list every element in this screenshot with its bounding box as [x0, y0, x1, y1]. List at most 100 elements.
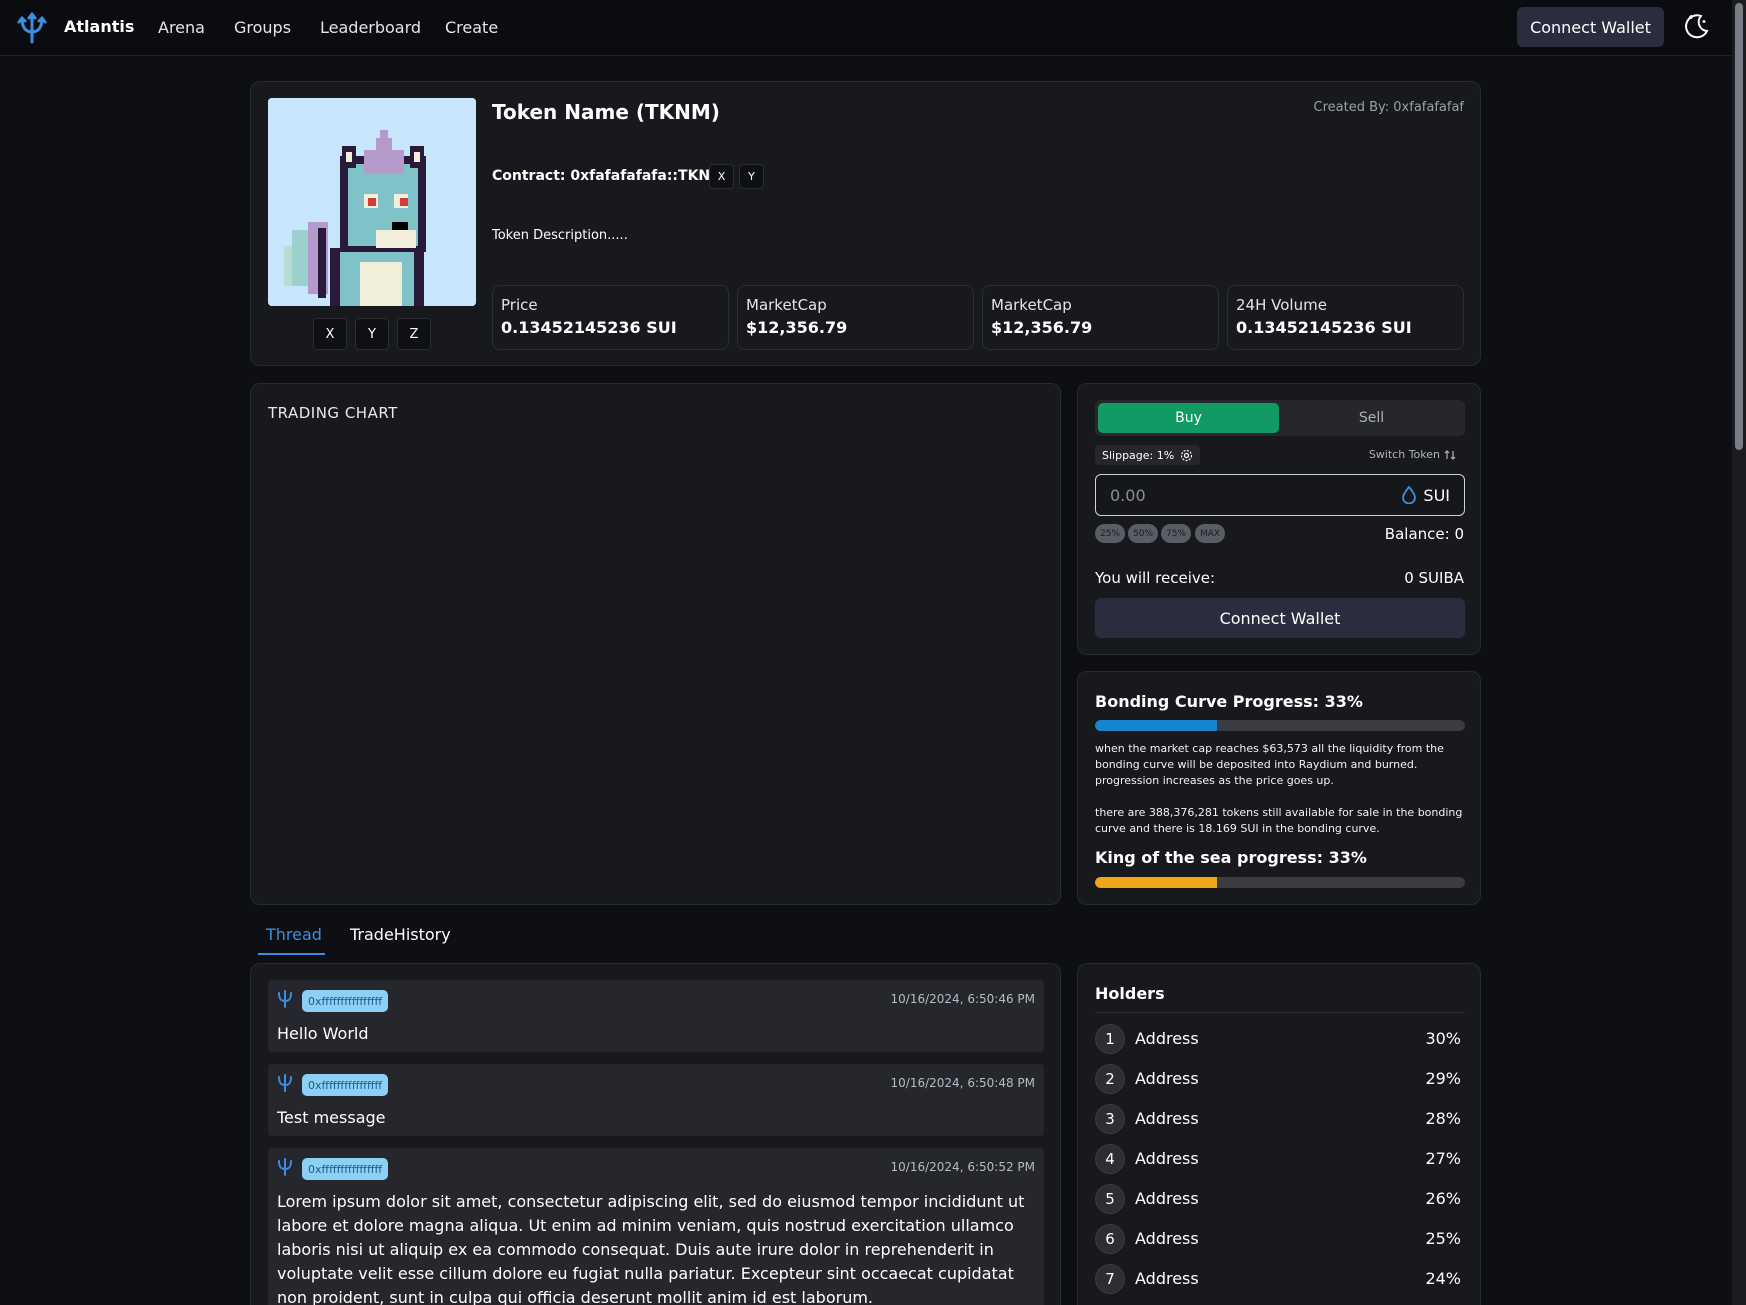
- trident-logo-icon[interactable]: [16, 12, 48, 44]
- bonding-supply-text: there are 388,376,281 tokens still avail…: [1095, 806, 1463, 835]
- holder-row[interactable]: 7 Address 24%: [1095, 1264, 1465, 1294]
- message-body: Hello World: [277, 1024, 369, 1043]
- tab-trade-history[interactable]: TradeHistory: [350, 925, 451, 944]
- nav-link-leaderboard[interactable]: Leaderboard: [320, 18, 421, 37]
- holder-address[interactable]: Address: [1135, 1069, 1199, 1088]
- balance-text: Balance: 0: [1384, 525, 1464, 543]
- contract-address[interactable]: Contract: 0xfafafafafa::TKNM: [492, 168, 724, 184]
- message-address-badge[interactable]: 0xffffffffffffffff: [302, 990, 389, 1012]
- holder-address[interactable]: Address: [1135, 1109, 1199, 1128]
- message-address-badge[interactable]: 0xffffffffffffffff: [302, 1158, 389, 1180]
- king-progress-fill: [1095, 877, 1218, 888]
- stat-value: $12,356.79: [991, 318, 1093, 337]
- holder-rank: 7: [1095, 1264, 1125, 1294]
- social-y-button[interactable]: Y: [355, 318, 389, 350]
- switch-token-button[interactable]: Switch Token: [1369, 448, 1456, 461]
- bonding-curve-card: Bonding Curve Progress: 33% when the mar…: [1077, 671, 1481, 905]
- stat-label: 24H Volume: [1236, 296, 1327, 314]
- holders-title: Holders: [1095, 984, 1165, 1003]
- page-scrollbar[interactable]: [1732, 0, 1746, 1305]
- holder-address[interactable]: Address: [1135, 1229, 1199, 1248]
- sell-tab[interactable]: Sell: [1281, 403, 1462, 433]
- brand-name[interactable]: Atlantis: [64, 17, 134, 36]
- trade-connect-wallet-button[interactable]: Connect Wallet: [1095, 598, 1465, 638]
- bonding-curve-title: Bonding Curve Progress: 33%: [1095, 692, 1363, 711]
- holder-percent: 25%: [1425, 1229, 1461, 1248]
- percent-25-button[interactable]: 25%: [1095, 524, 1126, 543]
- percent-75-button[interactable]: 75%: [1161, 524, 1192, 543]
- stat-marketcap: MarketCap $12,356.79: [737, 285, 974, 350]
- holder-percent: 26%: [1425, 1189, 1461, 1208]
- slippage-button[interactable]: Slippage: 1%: [1095, 445, 1201, 465]
- nav-link-arena[interactable]: Arena: [158, 18, 205, 37]
- percent-50-button[interactable]: 50%: [1128, 524, 1159, 543]
- king-progress-bar: [1095, 877, 1465, 888]
- token-pixel-mascot: [268, 98, 476, 306]
- scrollbar-thumb[interactable]: [1735, 3, 1743, 450]
- holder-rank: 3: [1095, 1104, 1125, 1134]
- tab-thread[interactable]: Thread: [266, 925, 322, 944]
- percent-max-button[interactable]: MAX: [1195, 524, 1226, 543]
- thread-message: 0xffffffffffffffff 10/16/2024, 6:50:46 P…: [268, 980, 1044, 1052]
- stat-label: MarketCap: [746, 296, 827, 314]
- holder-row[interactable]: 3 Address 28%: [1095, 1104, 1465, 1134]
- contract-x-button[interactable]: X: [709, 164, 734, 189]
- holder-row[interactable]: 2 Address 29%: [1095, 1064, 1465, 1094]
- holder-rank: 4: [1095, 1144, 1125, 1174]
- holders-card: Holders 1 Address 30% 2 Address 29% 3 Ad…: [1077, 963, 1481, 1305]
- holder-row[interactable]: 4 Address 27%: [1095, 1144, 1465, 1174]
- bonding-info-text: when the market cap reaches $63,573 all …: [1095, 742, 1444, 787]
- bonding-progress-bar: [1095, 720, 1465, 731]
- switch-token-label: Switch Token: [1368, 448, 1440, 461]
- message-address-badge[interactable]: 0xffffffffffffffff: [302, 1074, 389, 1096]
- token-image: [268, 98, 476, 306]
- king-progress-title: King of the sea progress: 33%: [1095, 848, 1367, 867]
- active-tab-underline: [258, 953, 325, 955]
- holder-rank: 1: [1095, 1024, 1125, 1054]
- chart-title: TRADING CHART: [268, 404, 398, 422]
- holder-rank: 6: [1095, 1224, 1125, 1254]
- buy-tab[interactable]: Buy: [1098, 403, 1279, 433]
- trident-avatar-icon: [278, 1074, 292, 1092]
- stat-value: 0.13452145236 SUI: [501, 318, 677, 337]
- message-body: Lorem ipsum dolor sit amet, consectetur …: [277, 1192, 1025, 1305]
- holder-percent: 27%: [1425, 1149, 1461, 1168]
- holder-row[interactable]: 5 Address 26%: [1095, 1184, 1465, 1214]
- holder-percent: 30%: [1425, 1029, 1461, 1048]
- holder-percent: 29%: [1425, 1069, 1461, 1088]
- stat-price: Price 0.13452145236 SUI: [492, 285, 729, 350]
- social-z-button[interactable]: Z: [397, 318, 431, 350]
- stat-marketcap-2: MarketCap $12,356.79: [982, 285, 1219, 350]
- message-timestamp: 10/16/2024, 6:50:48 PM: [890, 1076, 1035, 1090]
- swap-arrows-icon: [1444, 449, 1456, 460]
- holder-address[interactable]: Address: [1135, 1269, 1199, 1288]
- stat-24h-volume: 24H Volume 0.13452145236 SUI: [1227, 285, 1464, 350]
- holder-row[interactable]: 6 Address 25%: [1095, 1224, 1465, 1254]
- buy-sell-toggle: Buy Sell: [1095, 400, 1465, 436]
- created-by[interactable]: Created By: 0xfafafafaf: [1314, 100, 1464, 115]
- amount-input[interactable]: [1110, 485, 1402, 505]
- receive-label: You will receive:: [1095, 569, 1216, 587]
- holder-rank: 2: [1095, 1064, 1125, 1094]
- trading-chart-card[interactable]: TRADING CHART: [250, 383, 1061, 905]
- holder-address[interactable]: Address: [1135, 1149, 1199, 1168]
- holder-address[interactable]: Address: [1135, 1189, 1199, 1208]
- bonding-progress-fill: [1095, 720, 1218, 731]
- holder-percent: 24%: [1425, 1269, 1461, 1288]
- nav-link-create[interactable]: Create: [445, 18, 498, 37]
- thread-message: 0xffffffffffffffff 10/16/2024, 6:50:48 P…: [268, 1064, 1044, 1136]
- holder-row[interactable]: 1 Address 30%: [1095, 1024, 1465, 1054]
- amount-field[interactable]: SUI: [1095, 474, 1465, 516]
- nav-connect-wallet-button[interactable]: Connect Wallet: [1517, 7, 1664, 47]
- contract-y-button[interactable]: Y: [739, 164, 764, 189]
- holders-divider: [1095, 1012, 1465, 1013]
- theme-toggle-moon-icon[interactable]: [1682, 11, 1712, 41]
- token-header-card: X Y Z Token Name (TKNM) Created By: 0xfa…: [250, 81, 1481, 366]
- nav-link-groups[interactable]: Groups: [234, 18, 291, 37]
- trident-avatar-icon: [278, 1158, 292, 1176]
- holder-address[interactable]: Address: [1135, 1029, 1199, 1048]
- thread-message: 0xffffffffffffffff 10/16/2024, 6:50:52 P…: [268, 1148, 1044, 1305]
- amount-unit-label: SUI: [1423, 485, 1450, 505]
- social-x-button[interactable]: X: [313, 318, 347, 350]
- token-description: Token Description.....: [492, 228, 628, 243]
